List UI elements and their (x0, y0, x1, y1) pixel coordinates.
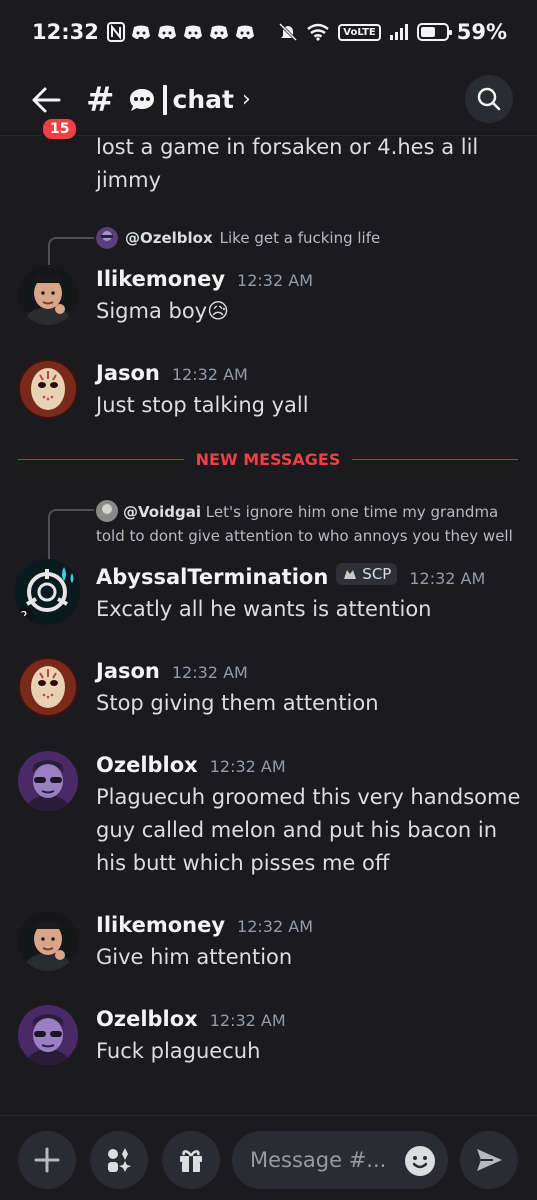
discord-notification-icon (209, 24, 229, 40)
avatar[interactable] (18, 265, 78, 325)
username[interactable]: Jason 12:32 AM (96, 659, 248, 683)
avatar[interactable] (18, 359, 78, 419)
avatar[interactable]: ? (14, 559, 80, 625)
timestamp: 12:32 AM (171, 663, 248, 682)
username-text: Jason (96, 361, 160, 385)
timestamp: 12:32 AM (171, 365, 248, 384)
message-text: lost a game in forsaken or 4.hes a lil j… (96, 137, 479, 192)
gift-icon (180, 1150, 202, 1172)
timestamp: 12:32 AM (209, 757, 286, 776)
username[interactable]: Ozelblox 12:32 AM (96, 1007, 286, 1031)
plus-icon (34, 1147, 60, 1173)
search-icon (477, 87, 501, 111)
message-text: Give him attention (96, 945, 293, 969)
reply-author: @Voidgai (123, 503, 201, 521)
channel-name[interactable]: chat (173, 85, 234, 114)
timestamp: 12:32 AM (237, 917, 313, 936)
username-text: Ozelblox (96, 753, 198, 777)
reply-connector (48, 509, 94, 565)
new-messages-divider: NEW MESSAGES (18, 449, 518, 469)
channel-separator (162, 84, 167, 115)
avatar[interactable] (18, 751, 78, 811)
system-icons: VoLTE 59% (278, 20, 507, 44)
hash-icon: # (86, 79, 115, 120)
username[interactable]: Ilikemoney 12:32 AM (96, 913, 313, 937)
channel-header: 15 # chat › (0, 64, 537, 142)
reply-text: Like get a fucking life (219, 229, 381, 247)
svg-text:?: ? (21, 610, 28, 625)
message-text: Plaguecuh groomed this very handsome guy… (96, 785, 521, 875)
username[interactable]: AbyssalTermination SCP 12:32 AM (96, 563, 485, 589)
discord-notification-icon (235, 24, 255, 40)
username-text: AbyssalTermination (96, 565, 329, 589)
nfc-icon (106, 22, 125, 42)
divider-line (18, 458, 184, 460)
timestamp: 12:32 AM (409, 569, 486, 588)
reply-author: @Ozelblox (125, 229, 213, 247)
tag-emblem-icon (344, 570, 357, 579)
username[interactable]: Jason 12:32 AM (96, 361, 248, 385)
discord-notification-icon (131, 24, 151, 40)
battery-level (420, 27, 435, 37)
send-icon (477, 1149, 502, 1171)
server-tag[interactable]: SCP (336, 563, 398, 585)
message-body: Sigma boy (96, 299, 208, 323)
notification-icons (106, 22, 255, 42)
wifi-icon (306, 23, 330, 41)
username-text: Ilikemoney (96, 267, 226, 291)
speech-balloon-icon (129, 88, 154, 111)
avatar[interactable] (18, 1005, 78, 1065)
username-text: Ozelblox (96, 1007, 198, 1031)
username[interactable]: Ozelblox 12:32 AM (96, 753, 286, 777)
message-text: Stop giving them attention (96, 691, 379, 715)
volte-indicator: VoLTE (338, 23, 381, 41)
signal-icon (389, 24, 409, 40)
username[interactable]: Ilikemoney 12:32 AM (96, 267, 313, 291)
discord-notification-icon (157, 24, 177, 40)
battery-percent: 59% (456, 20, 507, 44)
reply-preview[interactable]: @Voidgai Let's ignore him one time my gr… (96, 500, 526, 548)
message-text: Sigma boy😥 (96, 295, 526, 328)
message-text: Fuck plaguecuh (96, 1039, 261, 1063)
back-arrow-icon (32, 87, 61, 112)
status-bar: 12:32 VoLTE 59% (0, 0, 537, 64)
message-text: Just stop talking yall (96, 393, 309, 417)
apps-button[interactable] (90, 1131, 148, 1189)
send-button[interactable] (460, 1131, 518, 1189)
discord-notification-icon (183, 24, 203, 40)
avatar[interactable] (18, 657, 78, 717)
mute-bell-icon (278, 22, 298, 42)
timestamp: 12:32 AM (237, 271, 313, 290)
reply-preview[interactable]: @Ozelblox Like get a fucking life (96, 227, 380, 249)
avatar[interactable] (18, 911, 78, 971)
username-text: Ilikemoney (96, 913, 226, 937)
message-composer (0, 1115, 537, 1200)
username-text: Jason (96, 659, 160, 683)
chevron-right-icon[interactable]: › (242, 87, 251, 112)
sad-sweat-emoji: 😥 (207, 299, 230, 323)
emoji-button[interactable] (404, 1145, 436, 1181)
gift-button[interactable] (162, 1131, 220, 1189)
message-input-wrap[interactable] (232, 1131, 448, 1189)
timestamp: 12:32 AM (209, 1011, 286, 1030)
apps-icon (108, 1148, 131, 1172)
back-button[interactable]: 15 (26, 80, 80, 142)
search-button[interactable] (465, 75, 513, 123)
message-list[interactable]: lost a game in forsaken or 4.hes a lil j… (0, 137, 537, 1115)
avatar (96, 227, 118, 249)
emoji-smile-icon (405, 1146, 435, 1176)
tag-label: SCP (362, 565, 392, 583)
message-text: Excatly all he wants is attention (96, 597, 432, 621)
message-input[interactable] (250, 1148, 390, 1172)
add-attachment-button[interactable] (18, 1131, 76, 1189)
divider-label: NEW MESSAGES (195, 449, 341, 469)
avatar (96, 500, 118, 522)
divider-line (352, 458, 518, 460)
battery-icon (416, 23, 452, 41)
status-time: 12:32 (32, 20, 99, 44)
